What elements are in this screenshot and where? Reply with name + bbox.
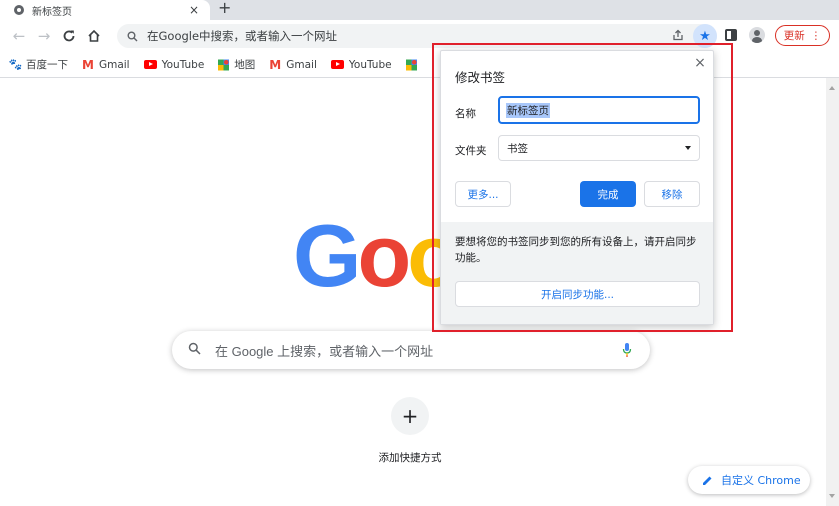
bookmark-label: YouTube — [348, 58, 392, 71]
youtube-icon — [330, 60, 344, 69]
update-label: 更新 — [783, 30, 805, 42]
search-icon — [127, 31, 141, 42]
chrome-favicon-icon — [14, 5, 24, 15]
tab-strip: 新标签页 × + — [0, 0, 839, 20]
bookmark-label: 百度一下 — [26, 59, 68, 71]
ntp-search-box[interactable]: 在 Google 上搜索，或者输入一个网址 — [172, 331, 650, 369]
bookmark-label: 地图 — [234, 59, 256, 71]
add-shortcut-label: 添加快捷方式 — [378, 452, 442, 464]
home-button[interactable] — [83, 25, 105, 47]
add-shortcut-button[interactable]: + — [391, 397, 429, 435]
bookmark-item-maps[interactable]: 地图 — [218, 57, 255, 72]
share-icon[interactable] — [667, 29, 689, 44]
scroll-up-icon[interactable] — [829, 86, 835, 90]
highlight-annotation-box — [432, 43, 733, 332]
logo-letter: G — [293, 206, 361, 305]
search-icon — [188, 342, 201, 358]
bookmark-label: Gmail — [286, 58, 317, 71]
bookmark-item-maps-partial[interactable] — [405, 59, 422, 70]
page-scrollbar[interactable] — [826, 78, 839, 506]
maps-icon — [405, 59, 417, 70]
tab-title: 新标签页 — [32, 6, 72, 18]
ntp-search-placeholder: 在 Google 上搜索，或者输入一个网址 — [215, 343, 434, 359]
bookmark-item-youtube[interactable]: YouTube — [330, 58, 392, 71]
bookmark-item-gmail[interactable]: M Gmail — [82, 58, 130, 72]
pencil-icon — [702, 475, 713, 486]
youtube-icon — [143, 60, 157, 69]
gmail-icon: M — [82, 57, 94, 72]
profile-avatar-icon[interactable] — [749, 27, 765, 43]
bookmark-item-gmail[interactable]: M Gmail — [269, 58, 317, 72]
forward-button[interactable]: → — [33, 25, 55, 47]
gmail-icon: M — [269, 57, 282, 72]
tab-new-tab[interactable]: 新标签页 × — [0, 0, 210, 20]
reload-button[interactable] — [58, 25, 80, 47]
home-icon — [88, 29, 100, 42]
menu-kebab-icon: ⋮ — [810, 29, 822, 42]
new-tab-button[interactable]: + — [218, 0, 231, 17]
customize-chrome-label: 自定义 Chrome — [721, 474, 801, 487]
side-panel-icon[interactable] — [725, 29, 737, 41]
bookmark-label: YouTube — [161, 58, 205, 71]
back-button[interactable]: ← — [8, 25, 30, 47]
microphone-icon[interactable] — [622, 342, 632, 358]
customize-chrome-button[interactable]: 自定义 Chrome — [688, 466, 810, 494]
omnibox-placeholder: 在Google中搜索，或者输入一个网址 — [147, 29, 338, 43]
logo-letter: o — [357, 206, 411, 305]
tab-close-icon[interactable]: × — [184, 3, 204, 17]
bookmark-label: Gmail — [98, 58, 130, 71]
bookmark-item-baidu[interactable]: 🐾 百度一下 — [8, 57, 68, 72]
reload-icon — [63, 30, 75, 42]
maps-icon — [218, 59, 230, 70]
scroll-down-icon[interactable] — [829, 494, 835, 498]
baidu-icon: 🐾 — [8, 58, 23, 71]
update-button[interactable]: 更新 ⋮ — [775, 25, 830, 46]
bookmark-item-youtube[interactable]: YouTube — [143, 58, 205, 71]
